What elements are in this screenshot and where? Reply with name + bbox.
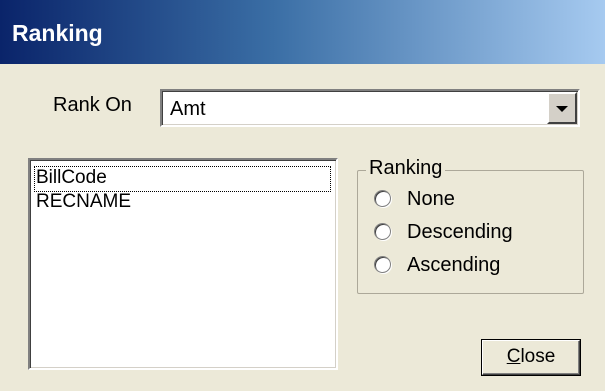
chevron-down-icon [556, 106, 568, 112]
rank-on-combobox[interactable]: Amt [160, 89, 580, 127]
close-button[interactable]: Close [482, 340, 580, 375]
list-item-billcode[interactable]: BillCode [34, 166, 331, 192]
radio-button-icon[interactable] [374, 256, 391, 273]
window-title: Ranking [12, 20, 103, 46]
list-item-recname[interactable]: RECNAME [36, 191, 131, 215]
fields-listbox[interactable]: BillCode RECNAME [28, 158, 338, 370]
radio-descending-label: Descending [407, 221, 513, 243]
close-button-mnemonic: C [506, 346, 521, 367]
title-bar[interactable]: Ranking [0, 0, 605, 64]
close-button-label: lose [520, 346, 556, 367]
radio-button-icon[interactable] [374, 223, 391, 240]
combobox-dropdown-button[interactable] [547, 92, 577, 124]
radio-none-label: None [407, 188, 455, 210]
rank-on-selected-value: Amt [170, 98, 206, 120]
ranking-dialog: Ranking Rank On Amt BillCode RECNAME Ran… [0, 0, 605, 391]
radio-ascending-label: Ascending [407, 254, 501, 276]
radio-button-icon[interactable] [374, 190, 391, 207]
ranking-group-legend: Ranking [366, 157, 446, 180]
rank-on-label: Rank On [53, 94, 132, 116]
